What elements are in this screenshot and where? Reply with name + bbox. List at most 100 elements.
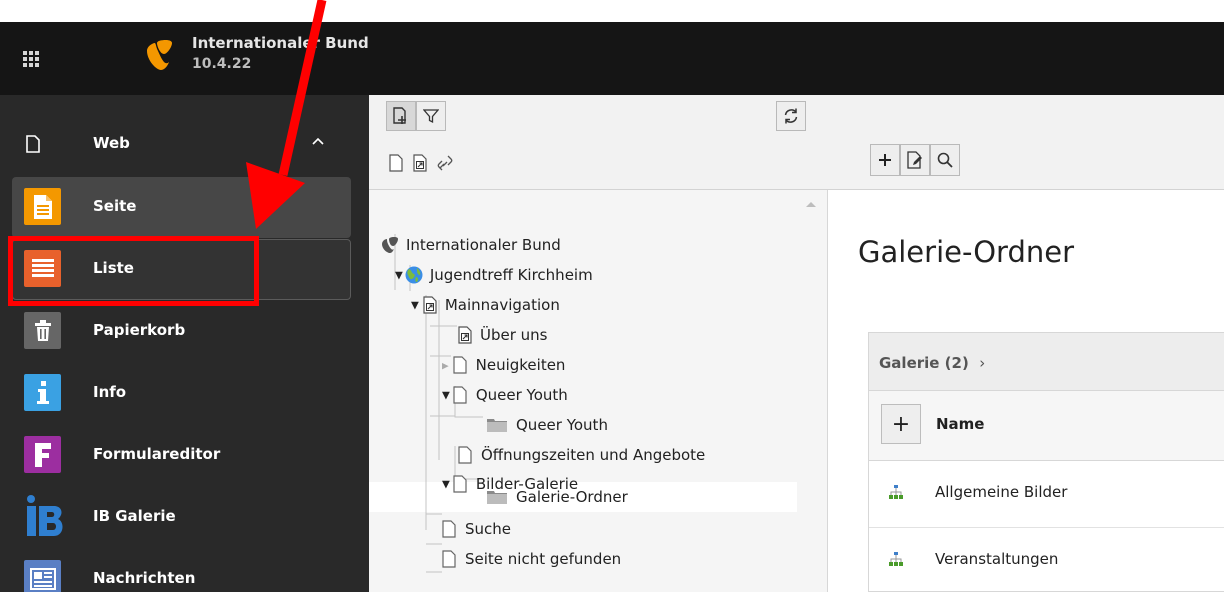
site-name: Internationaler Bund bbox=[192, 34, 369, 52]
folder-icon bbox=[487, 491, 507, 504]
shortcut-page-icon bbox=[458, 326, 472, 344]
tree-node-ueber-uns[interactable]: Über uns bbox=[458, 320, 548, 350]
shortcut-page-icon[interactable] bbox=[413, 154, 427, 172]
module-item-ib-galerie[interactable]: IB Galerie bbox=[12, 487, 351, 548]
table-row[interactable]: Veranstaltungen bbox=[869, 528, 1224, 592]
edit-page-icon bbox=[907, 151, 922, 169]
new-page-icon bbox=[393, 107, 406, 124]
page-icon bbox=[453, 386, 467, 404]
news-module-icon bbox=[24, 560, 61, 592]
tree-node-suche[interactable]: Suche bbox=[442, 514, 511, 544]
filter-icon bbox=[423, 109, 439, 124]
module-label: Seite bbox=[93, 197, 137, 215]
expand-toggle-icon[interactable]: ▼ bbox=[442, 388, 450, 403]
edit-page-button[interactable] bbox=[900, 144, 930, 176]
typo3-toolbar bbox=[0, 22, 1224, 95]
record-title[interactable]: Allgemeine Bilder bbox=[935, 483, 1067, 501]
grid-icon bbox=[23, 50, 39, 67]
ib-logo-icon bbox=[24, 494, 68, 538]
tree-node-queer-youth-folder[interactable]: Queer Youth bbox=[487, 410, 608, 440]
expand-toggle-icon[interactable]: ▼ bbox=[411, 298, 419, 313]
refresh-tree-button[interactable] bbox=[776, 101, 806, 131]
filter-button[interactable] bbox=[416, 101, 446, 131]
module-label: Papierkorb bbox=[93, 321, 186, 339]
table-title: Galerie (2) › bbox=[879, 354, 985, 372]
new-record-button[interactable] bbox=[870, 144, 900, 176]
tree-node-label: Suche bbox=[465, 520, 512, 538]
tree-node-label: Öffnungszeiten und Angebote bbox=[481, 446, 706, 464]
tree-node-queer-youth[interactable]: ▼ Queer Youth bbox=[442, 380, 568, 410]
tree-node-oeffnungszeiten[interactable]: Öffnungszeiten und Angebote bbox=[458, 440, 705, 470]
module-item-seite[interactable]: Seite bbox=[12, 177, 351, 238]
add-record-button[interactable]: + bbox=[881, 404, 921, 444]
module-group-web[interactable]: Web bbox=[0, 118, 369, 168]
module-item-formulareditor[interactable]: Formulareditor bbox=[12, 425, 351, 486]
tree-node-label: Jugendtreff Kirchheim bbox=[429, 266, 593, 284]
module-label: Nachrichten bbox=[93, 569, 196, 587]
table-title-text: Galerie (2) bbox=[879, 354, 969, 372]
expand-toggle-icon[interactable]: ▶ bbox=[442, 359, 449, 372]
shortcut-page-icon bbox=[423, 296, 437, 314]
records-panel: Galerie (2) › + Name Allgemeine Bilder V… bbox=[868, 332, 1224, 592]
page-title: Galerie-Ordner bbox=[858, 235, 1075, 269]
plus-icon bbox=[879, 154, 891, 166]
info-module-icon bbox=[24, 374, 61, 411]
tree-node-label: Mainnavigation bbox=[444, 296, 560, 314]
trash-module-icon bbox=[24, 312, 61, 349]
sitemap-icon bbox=[889, 485, 903, 499]
tree-node-jugendtreff[interactable]: ▼ Jugendtreff Kirchheim bbox=[395, 260, 593, 290]
new-page-button[interactable] bbox=[386, 101, 416, 131]
table-row[interactable]: Allgemeine Bilder bbox=[869, 461, 1224, 528]
module-item-papierkorb[interactable]: Papierkorb bbox=[12, 301, 351, 362]
chevron-up-icon[interactable] bbox=[311, 134, 325, 148]
module-item-info[interactable]: Info bbox=[12, 363, 351, 424]
tree-node-label: Über uns bbox=[480, 326, 548, 344]
module-label: Info bbox=[93, 383, 127, 401]
module-item-nachrichten[interactable]: Nachrichten bbox=[12, 549, 351, 592]
typo3-logo[interactable] bbox=[145, 38, 173, 72]
panel-header[interactable]: Galerie (2) › bbox=[869, 333, 1224, 391]
page-icon bbox=[442, 550, 456, 568]
form-module-icon bbox=[24, 436, 61, 473]
highlight-box bbox=[8, 236, 259, 306]
tree-node-seite-nicht-gefunden[interactable]: Seite nicht gefunden bbox=[442, 544, 621, 574]
tree-node-label: Seite nicht gefunden bbox=[465, 550, 622, 568]
column-name-header[interactable]: Name bbox=[936, 415, 984, 433]
tree-node-label: Internationaler Bund bbox=[406, 236, 561, 254]
page-icon[interactable] bbox=[389, 154, 403, 172]
module-menu: Web Seite Liste Papierkorb Info Formular… bbox=[0, 95, 369, 592]
module-menu-toggle-button[interactable] bbox=[0, 22, 62, 95]
page-icon bbox=[458, 446, 472, 464]
typo3-root-icon bbox=[382, 237, 398, 253]
record-title[interactable]: Veranstaltungen bbox=[935, 550, 1058, 568]
globe-icon bbox=[405, 266, 423, 284]
tree-node-label: Queer Youth bbox=[475, 386, 568, 404]
tree-node-root[interactable]: Internationaler Bund bbox=[381, 230, 561, 260]
module-label: Formulareditor bbox=[93, 445, 221, 463]
tree-node-mainnavigation[interactable]: ▼ Mainnavigation bbox=[411, 290, 560, 320]
content-area: Galerie-Ordner Galerie (2) › + Name Allg… bbox=[828, 95, 1224, 592]
folder-icon bbox=[487, 419, 507, 432]
page-icon bbox=[442, 520, 456, 538]
chevron-right-icon[interactable]: › bbox=[979, 354, 985, 372]
page-icon bbox=[453, 356, 467, 374]
tree-node-label: Neuigkeiten bbox=[475, 356, 566, 374]
typo3-version: 10.4.22 bbox=[192, 56, 252, 72]
plus-icon: + bbox=[891, 411, 911, 437]
expand-toggle-icon[interactable]: ▼ bbox=[395, 268, 403, 283]
top-margin bbox=[0, 0, 1224, 22]
scroll-up-icon[interactable] bbox=[805, 200, 817, 208]
module-group-label: Web bbox=[93, 134, 130, 152]
file-icon bbox=[26, 135, 40, 153]
tree-node-galerie-ordner[interactable]: Galerie-Ordner bbox=[487, 482, 628, 512]
docheader-toolbar bbox=[828, 95, 1224, 190]
page-tree: Internationaler Bund ▼ Jugendtreff Kirch… bbox=[369, 190, 828, 592]
tree-node-label: Queer Youth bbox=[516, 416, 608, 434]
tree-node-neuigkeiten[interactable]: ▶ Neuigkeiten bbox=[442, 350, 565, 380]
tree-node-label: Galerie-Ordner bbox=[516, 488, 628, 506]
link-icon[interactable] bbox=[437, 154, 453, 172]
sitemap-icon bbox=[889, 552, 903, 566]
search-button[interactable] bbox=[930, 144, 960, 176]
page-module-icon bbox=[24, 188, 61, 225]
expand-toggle-icon[interactable]: ▼ bbox=[442, 477, 450, 492]
